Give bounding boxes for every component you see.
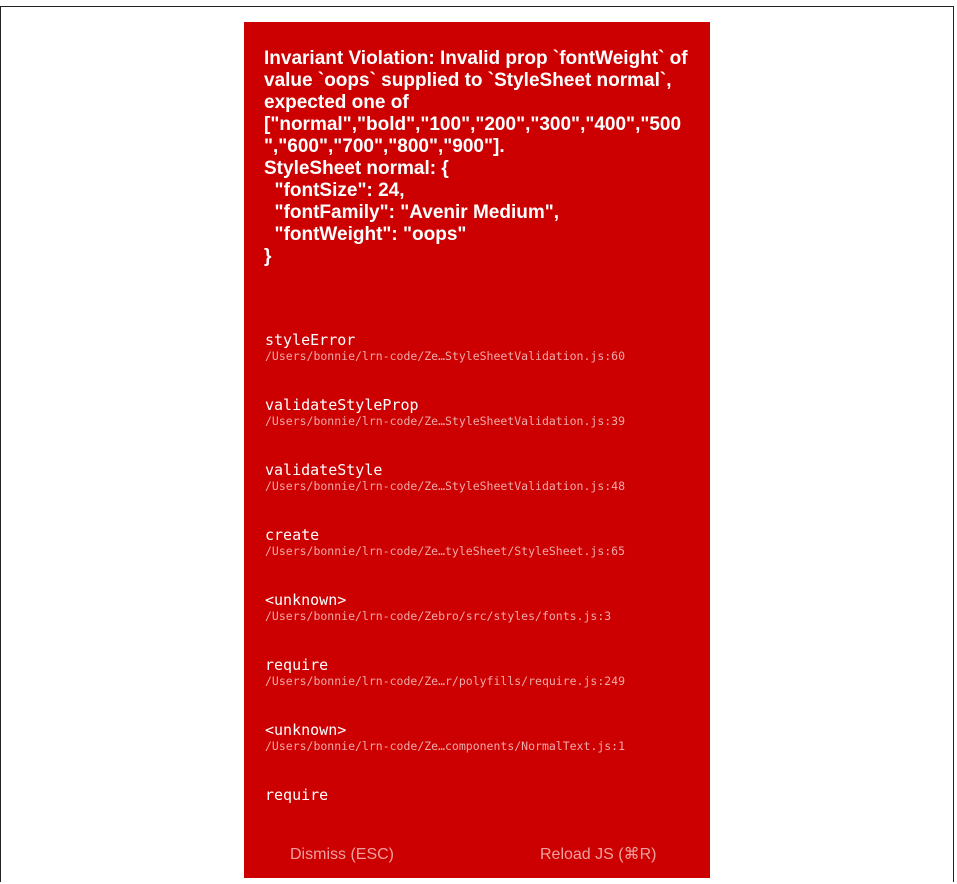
- stack-frame-method: <unknown>: [265, 721, 347, 739]
- stack-frame-location: /Users/bonnie/lrn-code/Ze…components/Nor…: [265, 739, 626, 753]
- stack-frame[interactable]: validateStyle /Users/bonnie/lrn-code/Ze……: [265, 462, 709, 527]
- stack-frame-method: validateStyle: [265, 461, 383, 479]
- stack-frame-location: /Users/bonnie/lrn-code/Ze…StyleSheetVali…: [265, 479, 626, 493]
- stack-frame-method: require: [265, 786, 329, 804]
- dismiss-button[interactable]: Dismiss (ESC): [290, 844, 394, 866]
- stack-frame-method: <unknown>: [265, 591, 347, 609]
- redbox-error-screen: Invariant Violation: Invalid prop `fontW…: [244, 22, 710, 878]
- stack-frame-location: /Users/bonnie/lrn-code/Ze…StyleSheetVali…: [265, 414, 626, 428]
- stack-trace: styleError /Users/bonnie/lrn-code/Ze…Sty…: [265, 332, 709, 852]
- stack-frame-method: styleError: [265, 331, 356, 349]
- stack-frame[interactable]: <unknown> /Users/bonnie/lrn-code/Zebro/s…: [265, 592, 709, 657]
- stack-frame[interactable]: <unknown> /Users/bonnie/lrn-code/Ze…comp…: [265, 722, 709, 787]
- error-message: Invariant Violation: Invalid prop `fontW…: [264, 48, 688, 267]
- stack-frame[interactable]: require /Users/bonnie/lrn-code/Ze…r/poly…: [265, 657, 709, 722]
- stack-frame-location: /Users/bonnie/lrn-code/Ze…tyleSheet/Styl…: [265, 544, 626, 558]
- stack-frame[interactable]: styleError /Users/bonnie/lrn-code/Ze…Sty…: [265, 332, 709, 397]
- redbox-button-bar: Dismiss (ESC) Reload JS (⌘R): [244, 844, 710, 872]
- stack-frame[interactable]: require: [265, 787, 709, 852]
- stack-frame[interactable]: validateStyleProp /Users/bonnie/lrn-code…: [265, 397, 709, 462]
- stack-frame-method: require: [265, 656, 329, 674]
- stack-frame-location: /Users/bonnie/lrn-code/Ze…StyleSheetVali…: [265, 349, 626, 363]
- stack-frame-method: validateStyleProp: [265, 396, 419, 414]
- stack-frame-location: /Users/bonnie/lrn-code/Zebro/src/styles/…: [265, 609, 612, 623]
- stack-frame-location: /Users/bonnie/lrn-code/Ze…r/polyfills/re…: [265, 674, 626, 688]
- stack-frame[interactable]: create /Users/bonnie/lrn-code/Ze…tyleShe…: [265, 527, 709, 592]
- reload-js-button[interactable]: Reload JS (⌘R): [540, 844, 656, 866]
- stack-frame-method: create: [265, 526, 320, 544]
